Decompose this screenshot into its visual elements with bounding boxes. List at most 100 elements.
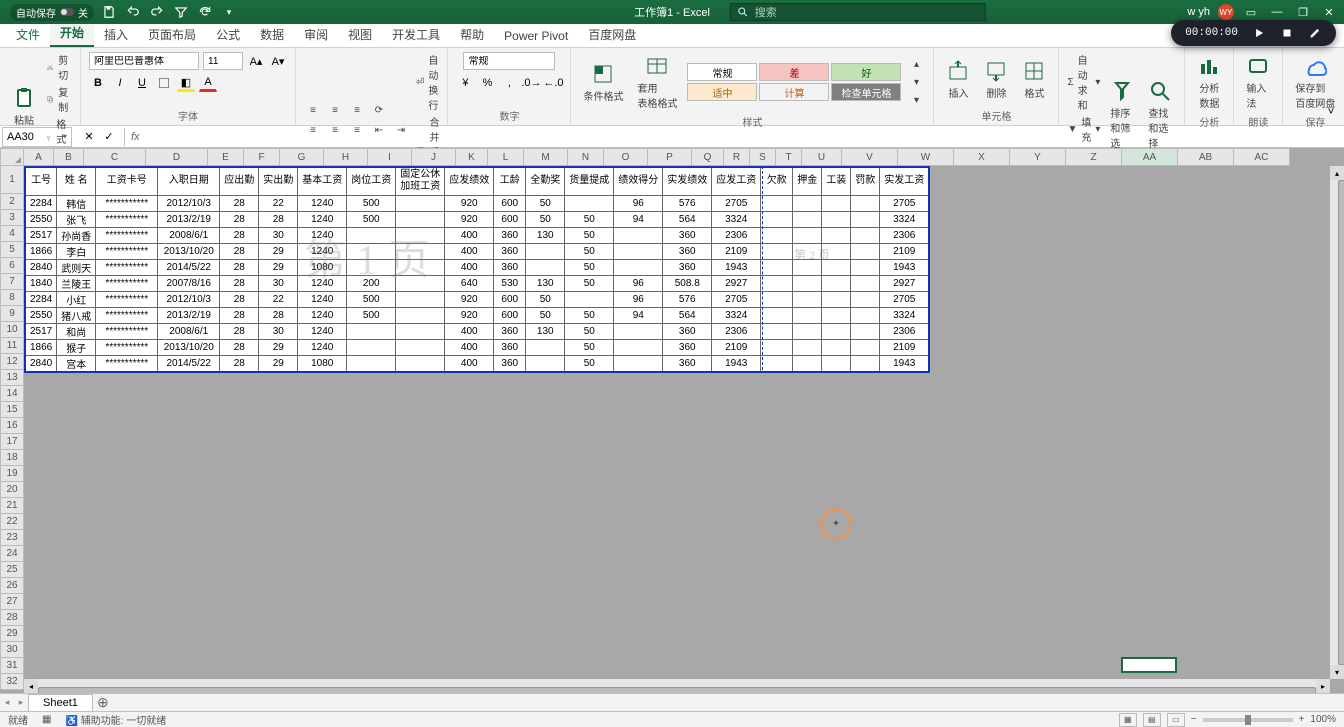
table-cell[interactable]: 28 xyxy=(220,291,259,307)
cancel-formula-icon[interactable]: ✕ xyxy=(80,128,98,146)
table-cell[interactable]: 96 xyxy=(614,275,663,291)
border-button[interactable] xyxy=(155,74,173,92)
table-cell[interactable]: 600 xyxy=(494,307,526,323)
table-row[interactable]: 1840兰陵王***********2007/8/162830124020064… xyxy=(25,275,929,291)
format-cells-button[interactable]: 格式 xyxy=(1018,57,1050,102)
table-cell[interactable]: 30 xyxy=(259,275,298,291)
table-cell[interactable]: 360 xyxy=(494,243,526,259)
decimal-inc-icon[interactable]: .0→ xyxy=(522,74,540,92)
col-header[interactable]: P xyxy=(648,148,692,166)
table-cell[interactable] xyxy=(793,355,822,372)
table-cell[interactable]: 360 xyxy=(663,243,712,259)
table-cell[interactable]: 2306 xyxy=(712,323,761,339)
table-header-cell[interactable]: 固定公休加班工资 xyxy=(396,167,445,195)
table-cell[interactable]: 564 xyxy=(663,211,712,227)
table-cell[interactable]: 94 xyxy=(614,211,663,227)
screen-recorder-overlay[interactable]: 00:00:00 xyxy=(1171,20,1336,46)
table-cell[interactable]: 2109 xyxy=(712,339,761,355)
table-header-cell[interactable]: 工号 xyxy=(25,167,57,195)
table-cell[interactable]: 29 xyxy=(259,355,298,372)
table-cell[interactable]: 50 xyxy=(565,259,614,275)
table-header-cell[interactable]: 工装 xyxy=(822,167,851,195)
table-cell[interactable]: 3324 xyxy=(712,211,761,227)
col-header[interactable]: Y xyxy=(1010,148,1066,166)
table-cell[interactable]: 50 xyxy=(565,307,614,323)
table-cell[interactable]: 猪八戒 xyxy=(57,307,96,323)
table-cell[interactable]: 1240 xyxy=(298,307,347,323)
sheet-nav-next[interactable]: ▸ xyxy=(14,697,28,708)
table-cell[interactable] xyxy=(822,259,851,275)
table-cell[interactable]: 2014/5/22 xyxy=(158,259,220,275)
table-cell[interactable]: 1080 xyxy=(298,355,347,372)
menu-tab-开发工具[interactable]: 开发工具 xyxy=(382,22,450,47)
row-header[interactable]: 5 xyxy=(0,242,24,258)
table-cell[interactable]: 360 xyxy=(663,323,712,339)
minimize-icon[interactable]: — xyxy=(1268,6,1286,18)
table-cell[interactable]: 360 xyxy=(494,355,526,372)
table-cell[interactable]: 50 xyxy=(526,307,565,323)
table-cell[interactable]: 22 xyxy=(259,291,298,307)
table-cell[interactable] xyxy=(347,323,396,339)
table-cell[interactable]: 1866 xyxy=(25,243,57,259)
table-cell[interactable] xyxy=(761,275,793,291)
col-header[interactable]: D xyxy=(146,148,208,166)
table-cell[interactable]: 2517 xyxy=(25,227,57,243)
indent-inc-icon[interactable]: ⇥ xyxy=(392,122,410,140)
table-cell[interactable] xyxy=(761,307,793,323)
collapse-ribbon-icon[interactable]: ˅ xyxy=(1322,103,1340,121)
table-cell[interactable]: 920 xyxy=(445,195,494,211)
table-header-cell[interactable]: 押金 xyxy=(793,167,822,195)
align-middle-icon[interactable]: ≡ xyxy=(326,102,344,120)
table-cell[interactable] xyxy=(851,227,880,243)
table-cell[interactable]: 武则天 xyxy=(57,259,96,275)
table-row[interactable]: 1866猴子***********2013/10/202829124040036… xyxy=(25,339,929,355)
table-cell[interactable]: 3324 xyxy=(880,211,930,227)
table-cell[interactable]: 50 xyxy=(526,211,565,227)
fx-icon[interactable]: fx xyxy=(125,131,146,143)
table-cell[interactable]: 500 xyxy=(347,307,396,323)
table-cell[interactable]: 2306 xyxy=(880,227,930,243)
table-header-cell[interactable]: 货量提成 xyxy=(565,167,614,195)
table-cell[interactable] xyxy=(851,259,880,275)
table-cell[interactable]: 猴子 xyxy=(57,339,96,355)
table-cell[interactable]: 兰陵王 xyxy=(57,275,96,291)
table-row[interactable]: 2840宫本***********2014/5/2228291080400360… xyxy=(25,355,929,372)
table-cell[interactable]: 2705 xyxy=(712,291,761,307)
table-cell[interactable]: 张飞 xyxy=(57,211,96,227)
table-cell[interactable] xyxy=(565,291,614,307)
gallery-down-icon[interactable]: ▾ xyxy=(907,73,925,91)
delete-cells-button[interactable]: 删除 xyxy=(980,57,1012,102)
table-cell[interactable]: 2012/10/3 xyxy=(158,291,220,307)
zoom-out-button[interactable]: − xyxy=(1191,714,1197,725)
vertical-scrollbar[interactable]: ▴ ▾ xyxy=(1330,166,1344,679)
row-header[interactable]: 29 xyxy=(0,626,24,642)
table-cell[interactable] xyxy=(761,227,793,243)
table-cell[interactable]: 2008/6/1 xyxy=(158,227,220,243)
zoom-slider[interactable] xyxy=(1203,718,1293,722)
col-header[interactable]: C xyxy=(84,148,146,166)
table-header-cell[interactable]: 工龄 xyxy=(494,167,526,195)
table-cell[interactable] xyxy=(614,243,663,259)
table-header-cell[interactable]: 实出勤 xyxy=(259,167,298,195)
table-cell[interactable] xyxy=(396,291,445,307)
table-cell[interactable]: 50 xyxy=(526,291,565,307)
row-header[interactable]: 25 xyxy=(0,562,24,578)
menu-tab-审阅[interactable]: 审阅 xyxy=(294,22,338,47)
table-cell[interactable]: 28 xyxy=(220,211,259,227)
table-cell[interactable]: 2109 xyxy=(880,339,930,355)
style-cell[interactable]: 好 xyxy=(831,63,901,81)
table-cell[interactable]: 400 xyxy=(445,227,494,243)
table-cell[interactable]: 360 xyxy=(494,339,526,355)
stop-icon[interactable] xyxy=(1280,26,1294,40)
table-cell[interactable] xyxy=(565,195,614,211)
col-header[interactable]: AA xyxy=(1122,148,1178,166)
table-row[interactable]: 2840武则天***********2014/5/222829108040036… xyxy=(25,259,929,275)
table-cell[interactable]: 360 xyxy=(494,259,526,275)
table-cell[interactable]: 2840 xyxy=(25,259,57,275)
table-cell[interactable]: 50 xyxy=(565,211,614,227)
align-right-icon[interactable]: ≡ xyxy=(348,122,366,140)
table-cell[interactable]: 2013/2/19 xyxy=(158,211,220,227)
user-name[interactable]: w yh xyxy=(1187,6,1210,18)
ribbon-options-icon[interactable]: ▭ xyxy=(1242,6,1260,19)
menu-tab-插入[interactable]: 插入 xyxy=(94,22,138,47)
